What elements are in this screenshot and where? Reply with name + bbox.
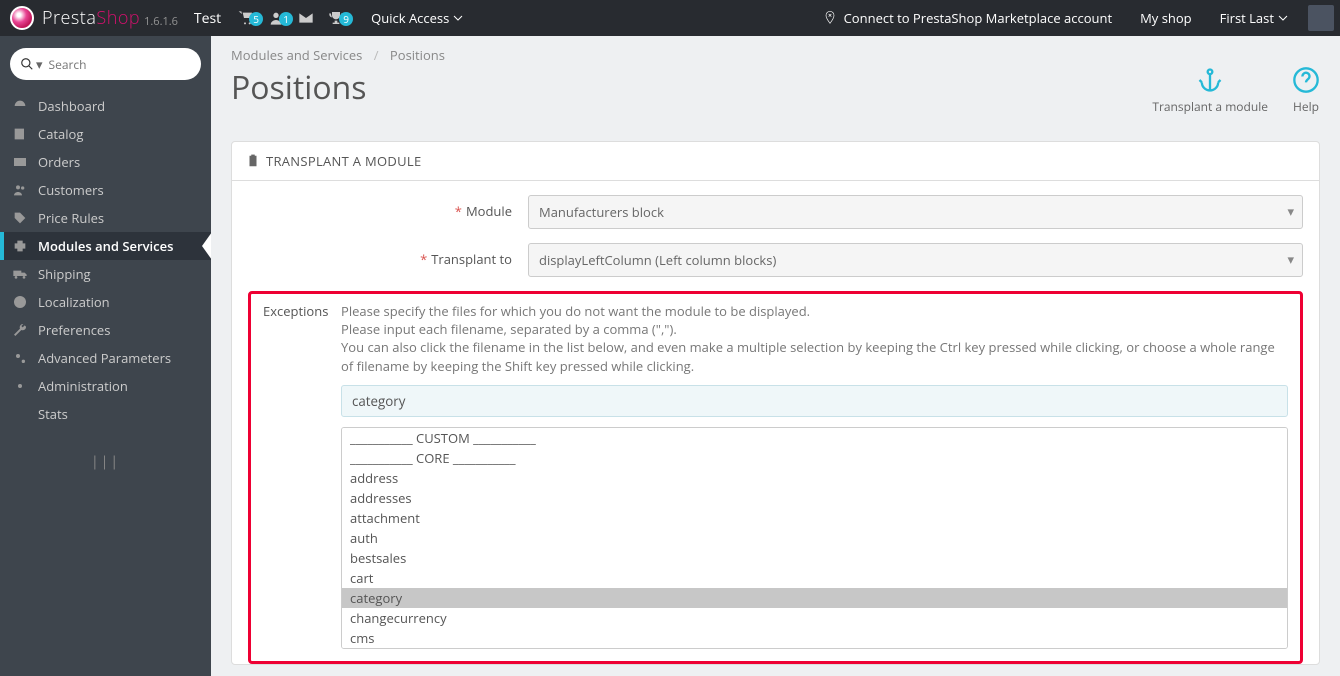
exceptions-listbox[interactable]: ___________ CUSTOM _____________________… — [341, 427, 1288, 649]
brand: PrestaShop — [42, 6, 140, 30]
page-title: Positions — [231, 66, 366, 109]
listbox-option[interactable]: auth — [342, 528, 1287, 548]
listbox-option[interactable]: addresses — [342, 488, 1287, 508]
chevron-down-icon: ▾ — [36, 55, 43, 73]
env-label: Test — [194, 9, 221, 28]
tachometer-icon — [12, 98, 28, 114]
version-label: 1.6.1.6 — [144, 14, 178, 29]
listbox-option[interactable]: cms — [342, 628, 1287, 648]
search-input[interactable] — [49, 56, 203, 73]
sidebar-item-customers[interactable]: Customers — [0, 176, 211, 204]
sidebar-item-price-rules[interactable]: Price Rules — [0, 204, 211, 232]
trophy-badge: 9 — [339, 12, 353, 26]
transplant-row: *Transplant to displayLeftColumn (Left c… — [248, 243, 1303, 277]
users-icon — [12, 182, 28, 198]
panel-heading: TRANSPLANT A MODULE — [232, 142, 1319, 181]
sidebar-item-shipping[interactable]: Shipping — [0, 260, 211, 288]
sidebar-search[interactable]: ▾ — [10, 48, 201, 80]
book-icon — [12, 126, 28, 142]
exceptions-label: Exceptions — [263, 302, 341, 649]
brand-shop: Shop — [96, 6, 140, 30]
module-row: *Module Manufacturers block — [248, 195, 1303, 229]
sidebar-item-localization[interactable]: Localization — [0, 288, 211, 316]
sidebar-item-stats[interactable]: Stats — [0, 400, 211, 428]
listbox-option[interactable]: ___________ CUSTOM ___________ — [342, 428, 1287, 448]
listbox-option[interactable]: changecurrency — [342, 608, 1287, 628]
avatar[interactable] — [1308, 5, 1334, 31]
transplant-module-button[interactable]: Transplant a module — [1152, 66, 1268, 115]
prestashop-logo — [10, 6, 34, 30]
sidebar-nav: Dashboard Catalog Orders Customers Price… — [0, 92, 211, 428]
top-bar: PrestaShop 1.6.1.6 Test 5 1 9 Quick Acce… — [0, 0, 1340, 36]
brand-presta: Presta — [42, 6, 96, 30]
sidebar-collapse-toggle[interactable]: ||| — [0, 452, 211, 471]
listbox-option[interactable]: compare — [342, 648, 1287, 649]
listbox-option[interactable]: ___________ CORE ___________ — [342, 448, 1287, 468]
listbox-option[interactable]: bestsales — [342, 548, 1287, 568]
crumb-parent[interactable]: Modules and Services — [231, 46, 362, 64]
listbox-option[interactable]: attachment — [342, 508, 1287, 528]
gear-icon — [12, 378, 28, 394]
myshop-link[interactable]: My shop — [1140, 9, 1192, 27]
module-select[interactable]: Manufacturers block — [528, 195, 1303, 229]
sidebar-item-modules[interactable]: Modules and Services — [0, 232, 211, 260]
sidebar-item-preferences[interactable]: Preferences — [0, 316, 211, 344]
clipboard-icon — [246, 154, 260, 168]
main: Modules and Services / Positions Positio… — [211, 36, 1340, 676]
transplant-label: *Transplant to — [248, 243, 528, 277]
user-icon[interactable]: 1 — [261, 10, 291, 26]
breadcrumb: Modules and Services / Positions — [211, 36, 1340, 66]
crumb-current: Positions — [390, 46, 445, 64]
help-button[interactable]: Help — [1292, 66, 1320, 115]
cogs-icon — [12, 350, 28, 366]
globe-icon — [12, 294, 28, 310]
trophy-icon[interactable]: 9 — [321, 10, 351, 26]
truck-icon — [12, 266, 28, 282]
sidebar-item-administration[interactable]: Administration — [0, 372, 211, 400]
transplant-select[interactable]: displayLeftColumn (Left column blocks) — [528, 243, 1303, 277]
quick-access-label: Quick Access — [371, 9, 449, 27]
search-icon — [20, 57, 34, 71]
user-menu[interactable]: First Last — [1220, 9, 1288, 27]
puzzle-icon — [12, 238, 28, 254]
transplant-panel: TRANSPLANT A MODULE *Module Manufacturer… — [231, 141, 1320, 665]
quick-access-menu[interactable]: Quick Access — [371, 9, 463, 27]
wrench-icon — [12, 322, 28, 338]
exceptions-help: Please specify the files for which you d… — [341, 302, 1288, 375]
listbox-option[interactable]: category — [342, 588, 1287, 608]
marketplace-label: Connect to PrestaShop Marketplace accoun… — [844, 9, 1113, 27]
exceptions-input[interactable] — [341, 385, 1288, 417]
credit-card-icon — [12, 154, 28, 170]
sidebar-item-dashboard[interactable]: Dashboard — [0, 92, 211, 120]
chart-icon — [12, 406, 28, 422]
sidebar: ▾ Dashboard Catalog Orders Customers Pri… — [0, 36, 211, 676]
exceptions-highlight: Exceptions Please specify the files for … — [248, 291, 1303, 664]
anchor-icon — [1196, 66, 1224, 94]
sidebar-item-catalog[interactable]: Catalog — [0, 120, 211, 148]
page-header: Positions Transplant a module Help — [211, 66, 1340, 131]
marketplace-link[interactable]: Connect to PrestaShop Marketplace accoun… — [822, 9, 1113, 27]
listbox-option[interactable]: cart — [342, 568, 1287, 588]
module-label: *Module — [248, 195, 528, 229]
cart-icon[interactable]: 5 — [231, 10, 261, 26]
tag-icon — [12, 210, 28, 226]
mail-icon[interactable] — [291, 10, 321, 26]
user-name-label: First Last — [1220, 9, 1274, 27]
listbox-option[interactable]: address — [342, 468, 1287, 488]
help-icon — [1292, 66, 1320, 94]
sidebar-item-orders[interactable]: Orders — [0, 148, 211, 176]
sidebar-item-advanced[interactable]: Advanced Parameters — [0, 344, 211, 372]
